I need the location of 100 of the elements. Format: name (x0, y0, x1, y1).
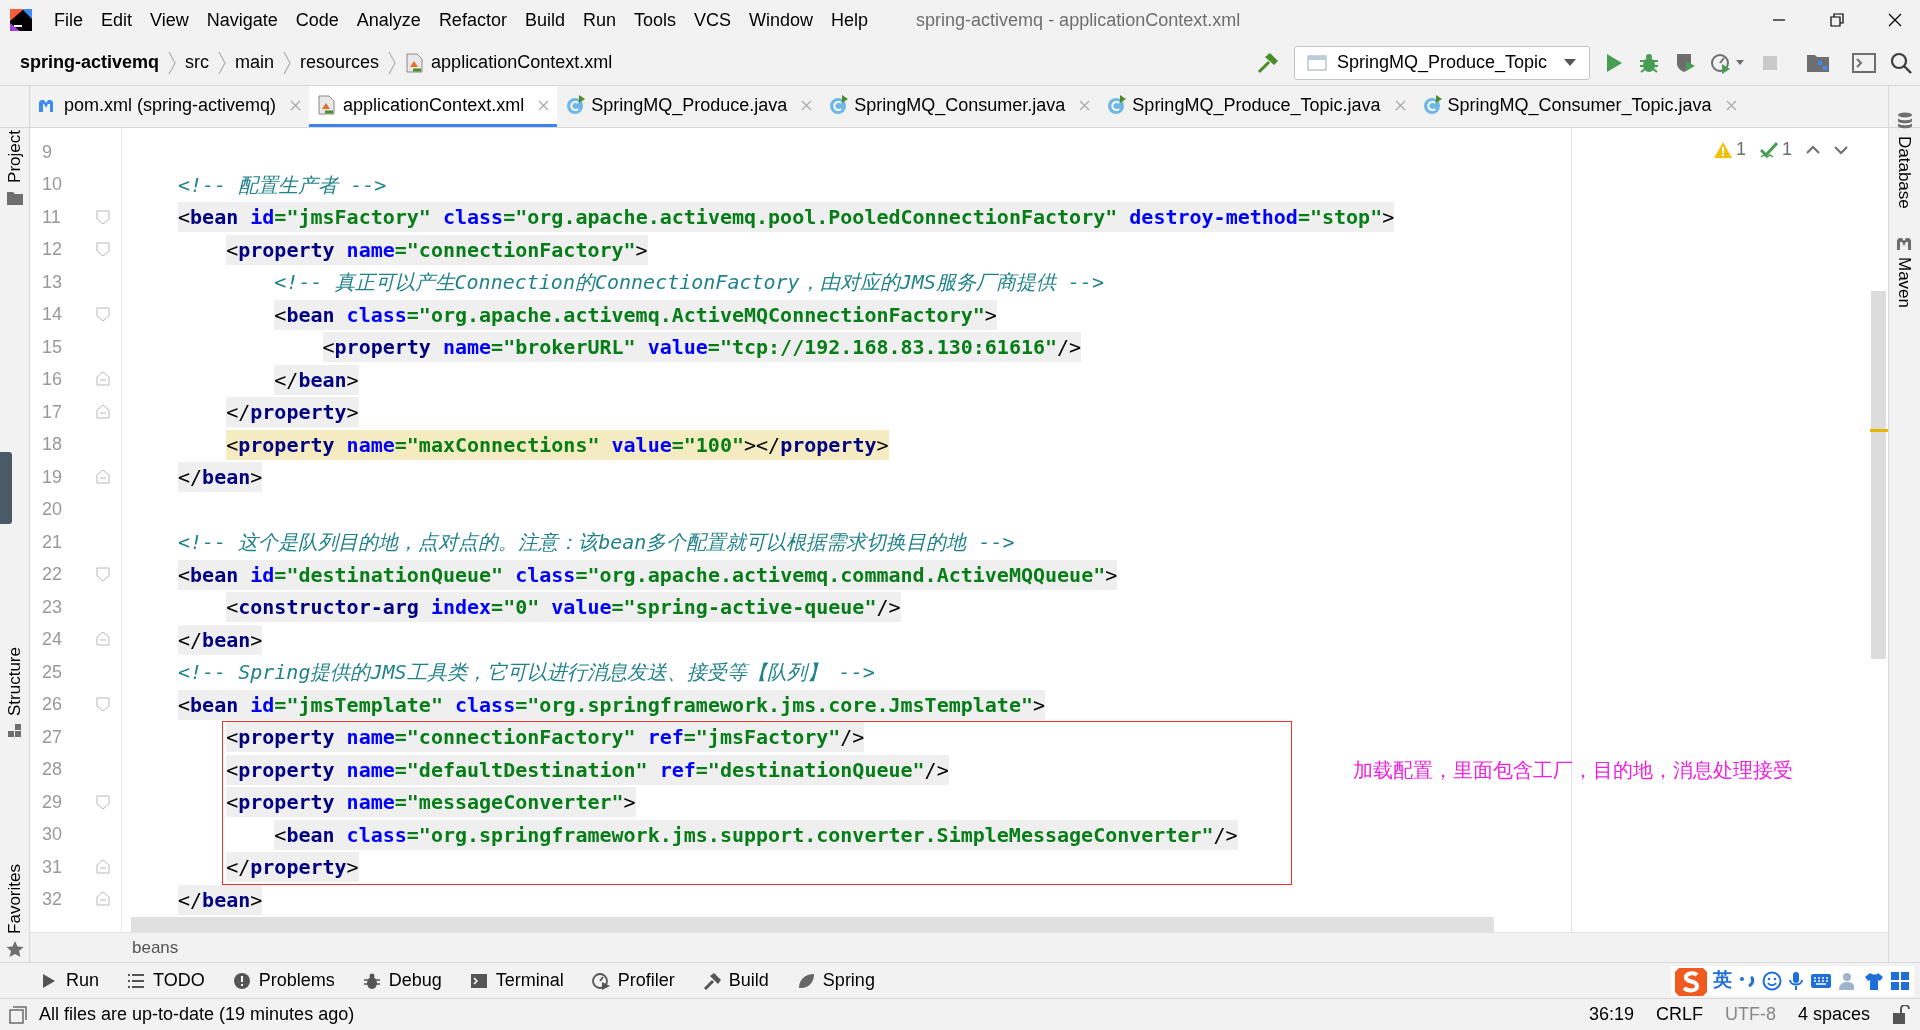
fold-marker-icon[interactable] (96, 242, 110, 258)
tool-window-button[interactable]: Maven (1891, 256, 1918, 308)
build-icon (702, 971, 721, 990)
typo-count[interactable]: 1 (1782, 136, 1792, 163)
check-icon[interactable] (1760, 140, 1778, 159)
tool-window-button[interactable]: Structure (1, 647, 28, 717)
chevron-up-icon[interactable] (1806, 144, 1820, 155)
fold-marker-icon[interactable] (96, 632, 110, 648)
fold-marker-icon[interactable] (96, 372, 110, 388)
fold-marker-icon[interactable] (96, 404, 110, 420)
tool-window-button[interactable]: Build (702, 967, 769, 994)
menu-item[interactable]: Analyze (348, 6, 429, 34)
menu-item[interactable]: VCS (686, 6, 739, 34)
tool-window-button[interactable]: Run (40, 967, 100, 994)
editor-tab[interactable]: SpringMQ_Produce_Topic.java (1098, 86, 1414, 127)
breadcrumb-item[interactable]: src (185, 49, 210, 76)
fold-marker-icon[interactable] (96, 859, 110, 875)
line-number: 16 (41, 368, 64, 392)
line-number: 18 (41, 433, 64, 457)
tool-window-button[interactable]: Database (1891, 136, 1918, 209)
menu-item[interactable]: Code (287, 6, 347, 34)
line-number: 12 (41, 238, 64, 262)
tool-window-button[interactable]: Profiler (591, 967, 675, 994)
restore-icon[interactable] (1830, 13, 1844, 27)
menu-item[interactable]: Build (516, 6, 573, 34)
code-comment: <!-- 配置生产者 --> (178, 171, 387, 199)
breadcrumb-item[interactable]: resources (300, 49, 380, 76)
profiler-icon[interactable] (1710, 51, 1746, 74)
editor-tab[interactable]: SpringMQ_Consumer_Topic.java (1413, 86, 1745, 127)
line-number: 24 (41, 628, 64, 652)
fold-marker-icon[interactable] (96, 209, 110, 225)
breadcrumb-item[interactable]: spring-activemq (20, 49, 160, 76)
annotation-text: 加载配置，里面包含工厂，目的地，消息处理接受 (1353, 758, 1793, 783)
menu-item[interactable]: Window (741, 6, 822, 34)
keyboard-icon[interactable] (1810, 971, 1832, 990)
tool-window-button[interactable]: Terminal (469, 967, 564, 994)
config-icon (1307, 52, 1327, 73)
tool-window-button[interactable]: Problems (232, 967, 335, 994)
run-icon[interactable] (1604, 51, 1624, 74)
breadcrumb[interactable]: beans (132, 934, 179, 961)
vertical-scrollbar[interactable] (1871, 291, 1886, 659)
line-number: 29 (41, 790, 64, 814)
line-number: 32 (41, 888, 64, 912)
menu-item[interactable]: Help (823, 6, 877, 34)
breadcrumb-item[interactable]: main (235, 49, 275, 76)
fold-marker-icon[interactable] (96, 892, 110, 908)
indent-setting[interactable]: 4 spaces (1797, 1001, 1870, 1028)
editor-tab[interactable]: SpringMQ_Consumer.java (820, 86, 1099, 127)
tool-window-button[interactable]: Favorites (1, 864, 28, 934)
shirt-icon[interactable] (1864, 970, 1884, 991)
tool-window-button[interactable]: Project (1, 130, 28, 183)
search-icon[interactable] (1890, 51, 1912, 74)
close-icon[interactable] (1888, 13, 1902, 27)
ime-logo-icon[interactable] (1675, 965, 1707, 996)
line-number: 20 (41, 498, 64, 522)
menu-item[interactable]: View (142, 6, 197, 34)
smiley-icon[interactable] (1762, 970, 1782, 991)
microphone-icon[interactable] (1788, 970, 1804, 991)
chevron-down-icon[interactable] (1834, 144, 1848, 155)
terminal-icon[interactable] (1852, 51, 1876, 74)
hammer-icon[interactable] (1256, 51, 1280, 74)
tool-window-button[interactable]: Spring (796, 967, 875, 994)
warning-count[interactable]: 1 (1735, 136, 1746, 163)
fold-marker-icon[interactable] (96, 794, 110, 810)
menu-item[interactable]: Refactor (430, 6, 515, 34)
editor-tab[interactable]: applicationContext.xml (309, 86, 558, 127)
tool-window-button[interactable]: TODO (127, 967, 205, 994)
status-panel-icon[interactable] (9, 1005, 27, 1024)
line-number: 31 (41, 855, 64, 879)
line-separator[interactable]: CRLF (1655, 1001, 1703, 1028)
fold-marker-icon[interactable] (96, 697, 110, 713)
menu-item[interactable]: Edit (93, 6, 141, 34)
horizontal-scrollbar[interactable] (131, 917, 1494, 932)
side-handle[interactable] (0, 452, 12, 524)
lock-icon[interactable] (1892, 1004, 1910, 1025)
line-number: 15 (41, 335, 64, 359)
input-mode-toggle[interactable]: 英 (1713, 966, 1732, 995)
coverage-icon[interactable] (1674, 51, 1696, 74)
line-number: 21 (41, 530, 64, 554)
fold-marker-icon[interactable] (96, 307, 110, 323)
debug-icon (362, 971, 381, 990)
caret-position[interactable]: 36:19 (1588, 1001, 1634, 1028)
bug-icon[interactable] (1638, 51, 1660, 74)
warning-icon[interactable] (1713, 141, 1732, 158)
menu-item[interactable]: Tools (625, 6, 684, 34)
tool-window-button[interactable]: Debug (362, 967, 442, 994)
fold-marker-icon[interactable] (96, 567, 110, 583)
breadcrumb-item[interactable]: applicationContext.xml (431, 49, 613, 76)
editor-tab[interactable]: pom.xml (spring-activemq) (30, 86, 310, 127)
todo-icon (127, 971, 146, 990)
fold-marker-icon[interactable] (96, 469, 110, 485)
menu-item[interactable]: Navigate (198, 6, 286, 34)
editor-tab[interactable]: SpringMQ_Produce.java (557, 86, 821, 127)
menu-item[interactable]: File (46, 6, 91, 34)
terminal-icon (469, 971, 488, 990)
menu-item[interactable]: Run (574, 6, 624, 34)
code-comment: <!-- 这个是队列目的地，点对点的。注意：该bean多个配置就可以根据需求切换目的地 --> (178, 529, 1015, 557)
line-number: 30 (41, 823, 64, 847)
grid-icon[interactable] (1890, 970, 1910, 991)
run-configuration-dropdown[interactable]: SpringMQ_Produce_Topic (1294, 45, 1590, 80)
